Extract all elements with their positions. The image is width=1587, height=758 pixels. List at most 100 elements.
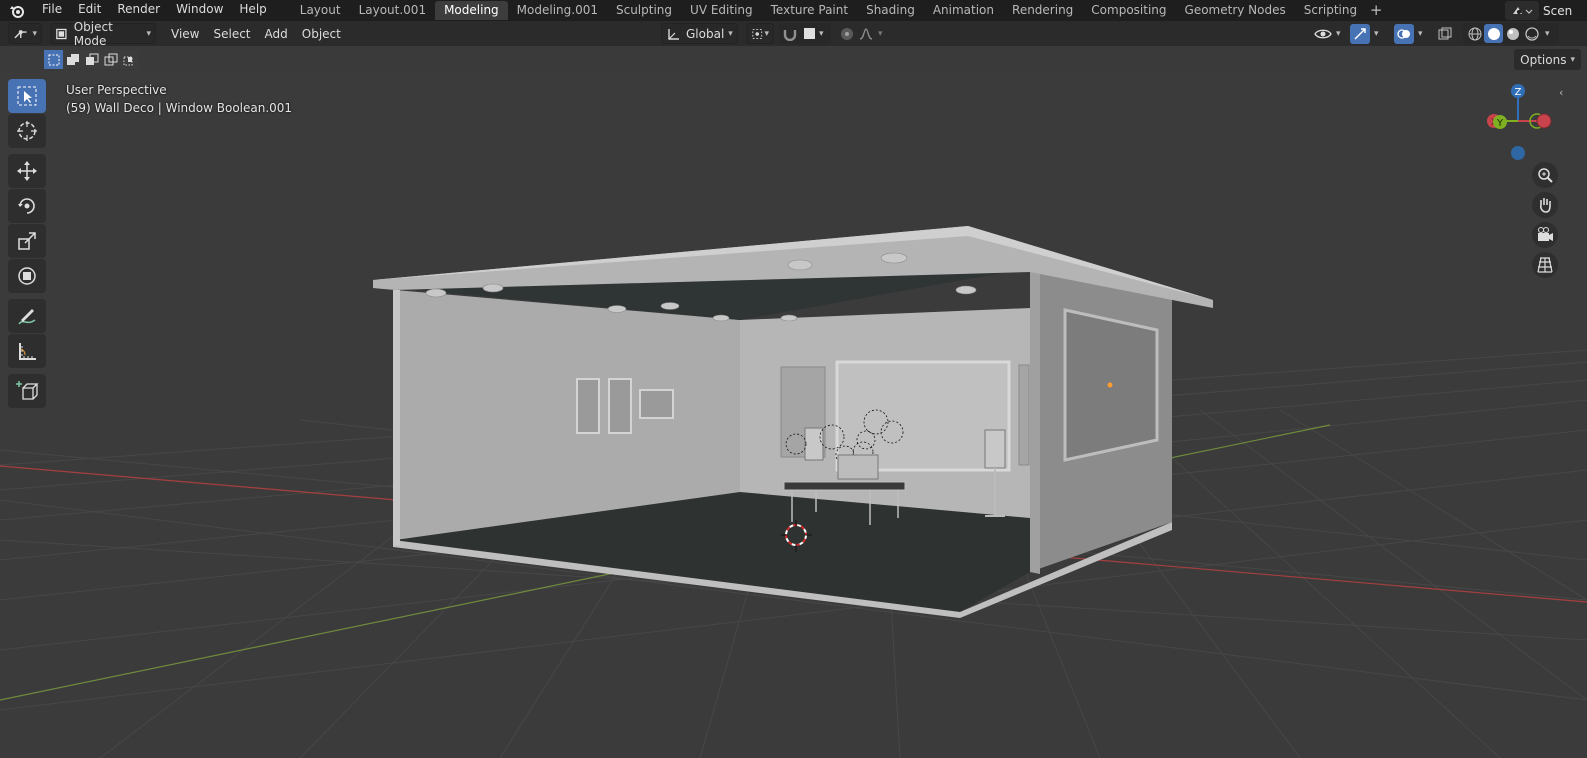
left-wall-edge	[393, 290, 400, 545]
select-box-tool[interactable]	[8, 79, 46, 113]
tab-geometry-nodes[interactable]: Geometry Nodes	[1176, 1, 1295, 20]
hand-icon	[1540, 198, 1551, 213]
menu-view[interactable]: View	[164, 27, 206, 41]
navigation-gizmo[interactable]: Z X Y	[1480, 81, 1560, 171]
editor-type-dropdown[interactable]: ▾	[8, 23, 42, 44]
toggle-perspective-button[interactable]	[1532, 252, 1558, 278]
solid-shading-icon[interactable]	[1484, 24, 1503, 43]
menu-help[interactable]: Help	[231, 0, 274, 21]
object-mode-icon	[56, 28, 67, 39]
transform-orientation-dropdown[interactable]: Global ▾	[661, 23, 738, 44]
tab-scripting[interactable]: Scripting	[1295, 1, 1366, 20]
view-perspective-label: User Perspective	[66, 83, 167, 97]
measure-tool[interactable]	[8, 334, 46, 368]
camera-icon	[1538, 227, 1553, 241]
tab-texture-paint[interactable]: Texture Paint	[762, 1, 857, 20]
chevron-down-icon: ▾	[819, 28, 824, 39]
sidebar-toggle-icon[interactable]: ‹	[1559, 86, 1563, 99]
tab-layout-001[interactable]: Layout.001	[350, 1, 436, 20]
select-invert-icon[interactable]	[101, 50, 120, 69]
scene-selector[interactable]: Scen	[1505, 0, 1587, 21]
chevron-down-icon: ▾	[32, 28, 37, 39]
annotate-icon	[18, 309, 36, 325]
tool-settings-bar: Options ▾	[0, 47, 1587, 72]
pan-button[interactable]	[1532, 192, 1558, 218]
gizmo-dropdown[interactable]: ▾	[1350, 23, 1390, 44]
tab-animation[interactable]: Animation	[924, 1, 1003, 20]
magnet-icon	[783, 29, 797, 41]
rendered-shading-icon[interactable]	[1522, 24, 1541, 43]
viewport-info: User Perspective (59) Wall Deco | Window…	[66, 81, 292, 117]
menu-window[interactable]: Window	[168, 0, 231, 21]
select-extend-icon[interactable]	[63, 50, 82, 69]
mode-dropdown[interactable]: Object Mode ▾	[50, 20, 156, 48]
menu-render[interactable]: Render	[109, 0, 168, 21]
menu-add[interactable]: Add	[258, 27, 295, 41]
select-subtract-icon[interactable]	[82, 50, 101, 69]
orientation-label: Global	[686, 26, 725, 41]
scene-name[interactable]: Scen	[1543, 3, 1587, 18]
proportional-icon	[841, 27, 853, 40]
cursor-tool[interactable]	[8, 114, 46, 148]
scene-icon[interactable]	[1505, 1, 1539, 20]
falloff-icon	[859, 27, 873, 40]
projection-screen	[835, 360, 1011, 472]
rotate-tool[interactable]	[8, 189, 46, 223]
grid-icon	[1537, 257, 1553, 273]
add-cube-tool[interactable]	[8, 374, 46, 408]
tab-modeling[interactable]: Modeling	[435, 1, 508, 20]
options-label: Options	[1520, 52, 1567, 67]
tab-layout[interactable]: Layout	[291, 1, 350, 20]
snap-toggle[interactable]: ▾	[779, 23, 831, 44]
camera-view-button[interactable]	[1532, 222, 1558, 248]
blender-logo-icon[interactable]	[0, 0, 34, 21]
tab-shading[interactable]: Shading	[857, 1, 924, 20]
material-shading-icon[interactable]	[1503, 24, 1522, 43]
rotate-icon	[18, 198, 35, 214]
gizmo-x-axis[interactable]	[1536, 113, 1552, 129]
chevron-down-icon: ▾	[764, 28, 769, 39]
acoustic-panel-right	[1018, 364, 1030, 466]
gizmo-neg-z-axis[interactable]	[1511, 146, 1525, 160]
tab-sculpting[interactable]: Sculpting	[607, 1, 681, 20]
select-intersect-icon[interactable]	[120, 50, 139, 69]
menu-object[interactable]: Object	[295, 27, 348, 41]
add-workspace-button[interactable]: +	[1366, 1, 1386, 20]
orientation-icon	[668, 28, 679, 40]
wireframe-shading-icon[interactable]	[1465, 24, 1484, 43]
overlays-dropdown[interactable]: ▾	[1394, 23, 1434, 44]
pivot-icon	[752, 28, 763, 39]
proportional-editing[interactable]: ▾	[836, 23, 886, 44]
tab-compositing[interactable]: Compositing	[1082, 1, 1175, 20]
zoom-button[interactable]	[1532, 162, 1558, 188]
tab-rendering[interactable]: Rendering	[1003, 1, 1082, 20]
editor-type-icon	[14, 29, 27, 38]
tab-uv-editing[interactable]: UV Editing	[681, 1, 762, 20]
gizmo-toggle-icon[interactable]	[1350, 23, 1370, 44]
scale-tool[interactable]	[8, 224, 46, 258]
xray-toggle[interactable]	[1438, 23, 1458, 44]
shading-modes: ▾	[1463, 23, 1559, 44]
select-box-icon	[17, 86, 37, 106]
chevron-down-icon: ▾	[1418, 28, 1423, 39]
move-tool[interactable]	[8, 154, 46, 188]
3d-viewport[interactable]: Z X Y	[0, 71, 1587, 758]
menu-select[interactable]: Select	[206, 27, 257, 41]
chevron-down-icon: ▾	[728, 28, 733, 39]
chevron-down-icon: ▾	[146, 28, 151, 39]
overlays-icon[interactable]	[1394, 23, 1414, 44]
menu-edit[interactable]: Edit	[70, 0, 109, 21]
transform-tool[interactable]	[8, 259, 46, 293]
visibility-dropdown[interactable]: ▾	[1314, 23, 1346, 44]
annotate-tool[interactable]	[8, 299, 46, 333]
desk	[783, 481, 906, 491]
active-object-label: (59) Wall Deco | Window Boolean.001	[66, 101, 293, 115]
zoom-icon	[1538, 168, 1553, 183]
pivot-point-dropdown[interactable]: ▾	[746, 23, 774, 44]
select-new-icon[interactable]	[44, 50, 63, 69]
xray-icon	[1438, 27, 1452, 39]
tab-modeling-001[interactable]: Modeling.001	[508, 1, 607, 20]
options-dropdown[interactable]: Options ▾	[1514, 49, 1581, 70]
scale-icon	[18, 232, 36, 250]
menu-file[interactable]: File	[34, 0, 70, 21]
